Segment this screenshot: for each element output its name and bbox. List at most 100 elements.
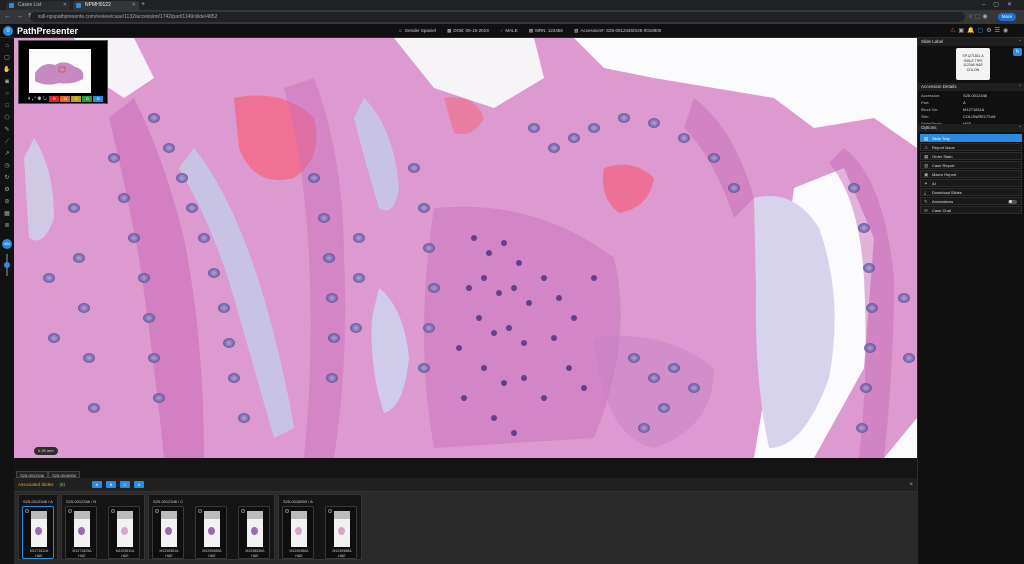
slide-card[interactable]: M1290988A H&E <box>325 506 357 559</box>
slide-card[interactable]: M1271811A H&E <box>22 506 54 559</box>
slide-card[interactable]: M1271825A H&E <box>65 506 97 559</box>
eye-off-icon[interactable]: ⊘ <box>3 198 11 206</box>
layers-icon[interactable]: ≣ <box>3 222 11 230</box>
option-download-slides[interactable]: ⤓ Download Slides <box>920 188 1022 196</box>
expand-icon[interactable]: ⤢ <box>32 96 36 102</box>
option-case-report[interactable]: ▥ Case Report <box>920 161 1022 169</box>
eye-icon[interactable]: ◉ <box>37 96 41 102</box>
filter-button[interactable]: B <box>106 481 116 488</box>
accession-details-header[interactable]: Accession Details ⌃ <box>918 83 1024 91</box>
scale-bar: 0.25 mm <box>34 447 58 455</box>
color-button-green[interactable]: G <box>82 95 93 102</box>
slide-card[interactable]: M1298536A H&E <box>238 506 270 559</box>
slide-viewer[interactable] <box>14 38 917 458</box>
slide-glass <box>117 511 133 547</box>
browser-extension-icons[interactable]: ☆ ⬚ ◉ <box>968 10 988 24</box>
slide-select-checkbox[interactable] <box>68 509 72 513</box>
tab-title: NPMH0122 <box>85 2 111 8</box>
slide-card[interactable]: M1290581A H&E <box>152 506 184 559</box>
refresh-label-button[interactable]: ↻ <box>1013 48 1022 56</box>
chevron-up-icon[interactable]: ⌃ <box>1018 124 1022 132</box>
option-ai[interactable]: ✦ AI <box>920 179 1022 187</box>
zoom-slider-knob[interactable] <box>4 262 10 268</box>
option-report-issue[interactable]: ⚠ Report Issue <box>920 143 1022 151</box>
app-header: ≡ PathPresenter ☺ Gender Spaniel ▦ DOB: 05… <box>0 24 1024 38</box>
annotations-toggle[interactable] <box>1008 199 1017 204</box>
filter-button[interactable]: A <box>134 481 144 488</box>
slide-select-checkbox[interactable] <box>328 509 332 513</box>
circle-tool-icon[interactable]: ○ <box>3 90 11 98</box>
slide-select-checkbox[interactable] <box>285 509 289 513</box>
select-icon[interactable]: ▢ <box>3 54 11 62</box>
filter-button[interactable]: C <box>120 481 130 488</box>
slide-card[interactable]: M1290585A H&E <box>195 506 227 559</box>
zoom-slider[interactable] <box>4 254 10 276</box>
slide-card[interactable]: M1290986A H&E <box>282 506 314 559</box>
slide-name: M1290581A <box>159 549 179 553</box>
bell-icon[interactable]: 🔔 <box>967 28 977 34</box>
settings-icon[interactable]: ⚙ <box>3 186 11 194</box>
filter-button[interactable]: A <box>92 481 102 488</box>
color-button-red[interactable]: R <box>49 95 60 102</box>
color-button-yellow[interactable]: Y <box>71 95 82 102</box>
option-order-stain[interactable]: ▦ Order Stain <box>920 152 1022 160</box>
slide-select-checkbox[interactable] <box>155 509 159 513</box>
slide-select-checkbox[interactable] <box>241 509 245 513</box>
pen-icon[interactable]: ✎ <box>3 126 11 134</box>
rectangle-tool-icon[interactable]: □ <box>3 102 11 110</box>
camera-icon[interactable]: ◙ <box>3 78 11 86</box>
close-slides-button[interactable]: × <box>909 478 913 492</box>
patient-mrn: ▤ MRN: 123456 <box>528 28 563 33</box>
accession-tab[interactable]: S25-0012346 <box>16 471 49 478</box>
slide-card[interactable]: M1293511A H&E <box>108 506 140 559</box>
timer-icon[interactable]: ◷ <box>3 162 11 170</box>
slide-stain: H&E <box>208 554 216 558</box>
ruler-icon[interactable]: ⟋ <box>3 138 11 146</box>
menu-icon[interactable]: ≡ <box>3 26 13 36</box>
slide-select-checkbox[interactable] <box>25 509 29 513</box>
close-tab-icon[interactable]: ✕ <box>63 1 67 10</box>
new-tab-button[interactable]: + <box>141 0 145 10</box>
browser-tab-bar: Cases List ✕ NPMH0122 ✕ + –▢✕ <box>0 0 1024 10</box>
slide-name: M1290986A <box>289 549 309 553</box>
browser-tab-cases[interactable]: Cases List ✕ <box>6 1 70 10</box>
header-tool-icons[interactable]: ⚠▣🔔▢⚙☰◉ <box>950 24 1011 38</box>
color-button-orange[interactable]: O <box>60 95 71 102</box>
slide-label-header[interactable]: Slide Label ⌃ <box>918 38 1024 46</box>
play-icon[interactable]: ⏵ <box>28 96 31 102</box>
arrow-icon[interactable]: ↗ <box>3 150 11 158</box>
slide-select-checkbox[interactable] <box>198 509 202 513</box>
slide-label-area <box>334 511 350 519</box>
option-slide-tray[interactable]: ▤ Slide Tray <box>920 134 1022 142</box>
zoom-level-button[interactable]: 40x <box>2 239 12 249</box>
left-toolbar: ⌂ ▢ ✋ ◙ ○ □ ⬠ ✎ ⟋ ↗ ◷ ↻ ⚙ ⊘ ▦ ≣ 40x <box>0 38 14 564</box>
browser-tab-slide[interactable]: NPMH0122 ✕ <box>73 1 139 10</box>
warning-icon: ⚠ <box>924 145 929 150</box>
accession-tab[interactable]: S25-0018900 <box>48 471 81 478</box>
patient-info: ☺ Gender Spaniel ▦ DOB: 05-15-2019 ♂ MALE ▤… <box>398 24 671 38</box>
chevron-up-icon[interactable]: ⌃ <box>1018 38 1022 46</box>
options-header[interactable]: Options ⌃ <box>918 124 1024 132</box>
slide-select-checkbox[interactable] <box>111 509 115 513</box>
browser-more-button[interactable]: More <box>998 13 1016 21</box>
chevron-up-icon[interactable]: ⌃ <box>1018 83 1022 91</box>
option-case-chat[interactable]: ✉ Case Chat <box>920 206 1022 214</box>
rotate-icon[interactable]: ↻ <box>3 174 11 182</box>
grid-icon[interactable]: ▦ <box>3 210 11 218</box>
window-controls[interactable]: –▢✕ <box>982 0 1020 10</box>
patient-dob: ▦ DOB: 05-15-2019 <box>447 28 489 33</box>
option-macro-report[interactable]: ▣ Macro Report <box>920 170 1022 178</box>
url-field[interactable]: ssll-npspathpresente.com/review/case/113… <box>30 12 965 22</box>
pan-icon[interactable]: ✋ <box>3 66 11 74</box>
browser-address-bar: ←→↻ ssll-npspathpresente.com/review/case… <box>0 10 1024 24</box>
close-tab-icon[interactable]: ✕ <box>132 1 136 10</box>
rotate-icon[interactable]: ↻ <box>43 96 47 102</box>
alert-icon[interactable]: ⚠ <box>950 28 958 34</box>
color-button-blue[interactable]: B <box>93 95 104 102</box>
option-annotations[interactable]: ✎ Annotations <box>920 197 1022 205</box>
layout-icon[interactable]: ▢ <box>978 28 987 34</box>
polygon-tool-icon[interactable]: ⬠ <box>3 114 11 122</box>
home-icon[interactable]: ⌂ <box>3 42 11 50</box>
slide-stain: H&E <box>78 554 86 558</box>
patient-accession: ▥ Accession#: S25-0012346/S25-0018900 <box>574 28 662 33</box>
